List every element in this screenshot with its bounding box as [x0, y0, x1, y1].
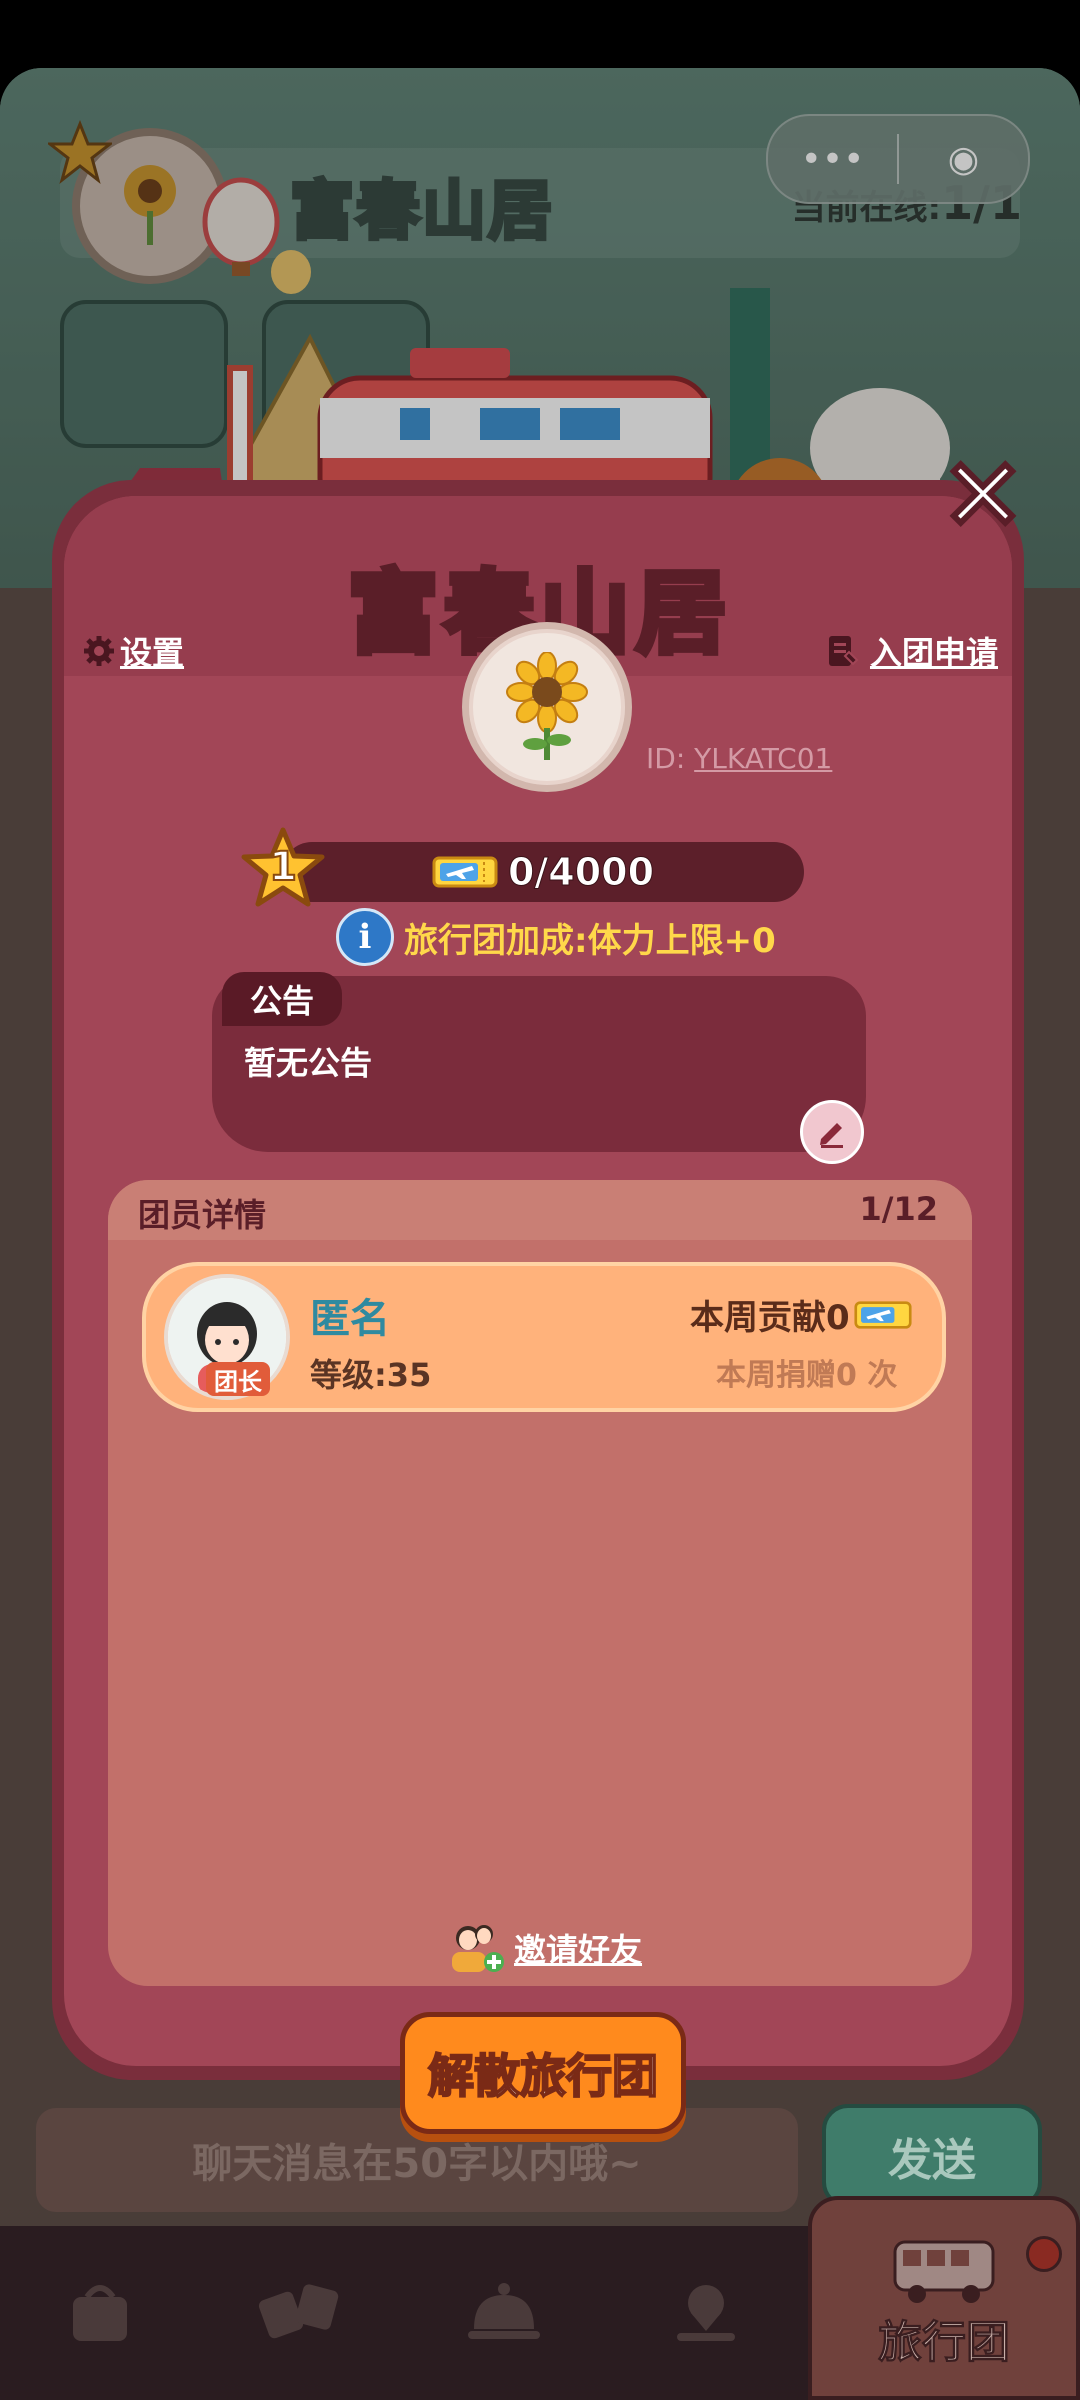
notice-text: 暂无公告: [244, 1044, 373, 1082]
close-button[interactable]: ✕: [928, 434, 1038, 557]
guild-level-badge: 1: [240, 826, 326, 912]
service-bell-icon: [468, 2283, 540, 2339]
info-icon: i: [336, 908, 394, 966]
guild-bonus-text: 旅行团加成:体力上限+0: [404, 920, 776, 961]
target-icon: ◉: [947, 138, 980, 180]
pencil-icon: [820, 1123, 843, 1148]
tab-shop[interactable]: [50, 2262, 150, 2362]
weekly-contribution: 本周贡献0: [690, 1290, 912, 1339]
notice-tab: 公告: [222, 972, 342, 1026]
guild-id-value: YLKATC01: [694, 742, 833, 775]
plane-ticket-icon: [854, 1300, 912, 1329]
members-count: 1/12: [859, 1190, 938, 1228]
guild-bonus[interactable]: i 旅行团加成:体力上限+0: [336, 908, 776, 966]
sunflower-icon: [506, 652, 588, 760]
weekly-contribution-text: 本周贡献0: [690, 1298, 850, 1338]
guild-progress: 0/4000: [282, 842, 804, 902]
more-button[interactable]: •••: [768, 116, 897, 202]
guild-id: ID: YLKATC01: [646, 742, 832, 775]
guild-id-label: ID:: [646, 742, 695, 775]
tab-service[interactable]: [454, 2262, 554, 2362]
tab-map[interactable]: [656, 2262, 756, 2362]
sunflower-icon: [124, 165, 176, 245]
gear-icon: [82, 634, 116, 668]
settings-label: 设置: [120, 634, 185, 672]
close-miniapp-button[interactable]: ◉: [899, 116, 1028, 202]
edit-notice-button[interactable]: [800, 1100, 864, 1164]
guild-level-value: 1: [268, 843, 298, 891]
leader-badge: 团长: [206, 1362, 270, 1396]
level-star-icon: [48, 120, 112, 184]
weekly-donation: 本周捐赠0 次: [716, 1358, 898, 1393]
join-requests-link[interactable]: 入团申请: [826, 628, 998, 674]
more-icon: •••: [800, 138, 865, 180]
plane-ticket-icon: [432, 856, 498, 888]
invite-friends-icon: [452, 1925, 504, 1972]
bus-icon: [893, 2240, 995, 2303]
guild-progress-bar: 0/4000: [282, 842, 804, 902]
notification-dot: [1026, 2236, 1062, 2272]
tab-travel-group[interactable]: 旅行团: [808, 2196, 1080, 2400]
map-pin-icon: [677, 2285, 735, 2341]
tab-travel-group-label: 旅行团: [878, 2317, 1011, 2369]
shopping-bag-icon: [73, 2285, 127, 2341]
invite-friends-link[interactable]: 邀请好友: [450, 1922, 642, 1974]
invite-friends-label: 邀请好友: [514, 1931, 643, 1969]
disband-button[interactable]: 解散旅行团: [400, 2012, 686, 2134]
member-level: 等级:35: [310, 1356, 432, 1394]
tab-cards[interactable]: [250, 2262, 350, 2362]
cards-icon: [258, 2284, 339, 2339]
send-button[interactable]: 发送: [822, 2104, 1042, 2208]
guild-emblem[interactable]: [462, 622, 632, 792]
miniapp-capsule: ••• ◉: [766, 114, 1030, 204]
join-requests-label: 入团申请: [869, 634, 998, 672]
background-guild-name: 富春山居: [288, 173, 554, 251]
guild-progress-text: 0/4000: [507, 850, 655, 895]
document-edit-icon: [826, 634, 860, 668]
hot-air-balloon-icon: [202, 177, 311, 294]
members-title: 团员详情: [138, 1196, 267, 1234]
member-name: 匿名: [310, 1296, 390, 1342]
settings-link[interactable]: 设置: [82, 628, 184, 674]
